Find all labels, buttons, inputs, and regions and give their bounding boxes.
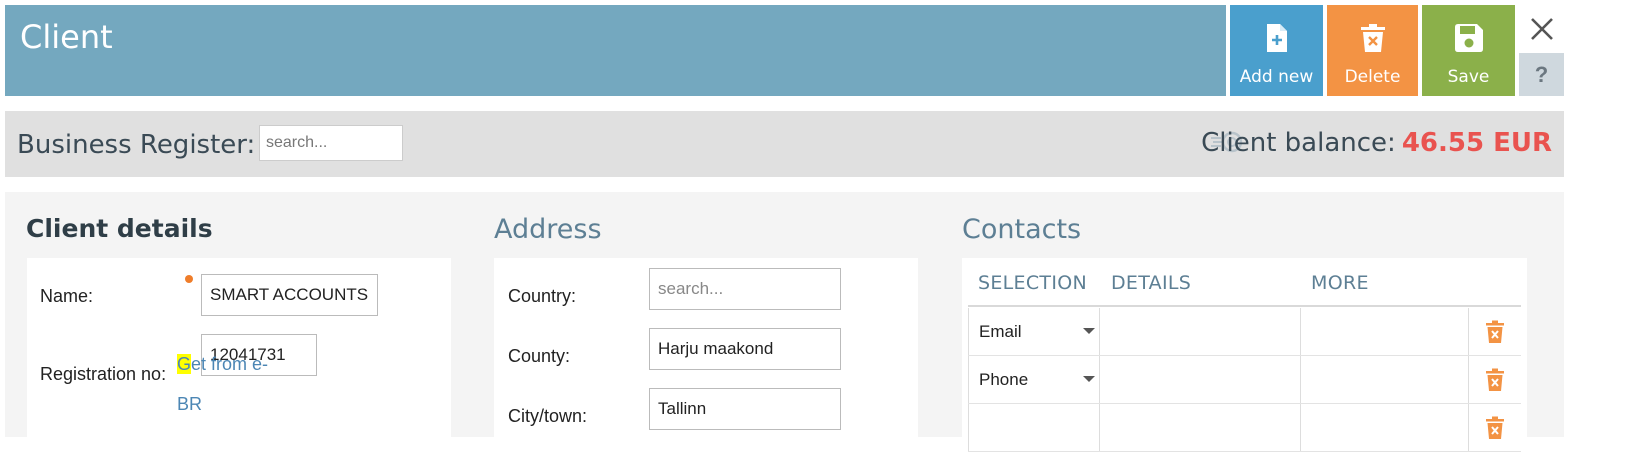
county-input[interactable] [649, 328, 841, 370]
name-input[interactable] [201, 274, 378, 316]
city-label: City/town: [508, 406, 588, 426]
contact-more-cell[interactable] [1301, 404, 1469, 451]
city-input[interactable] [649, 388, 841, 430]
contacts-card: SELECTION DETAILS MORE Email Phone [962, 258, 1527, 458]
column-header-selection: SELECTION [978, 272, 1087, 294]
file-plus-icon [1266, 24, 1287, 52]
trash-icon[interactable] [1486, 320, 1504, 344]
close-button[interactable] [1520, 8, 1564, 50]
ebr-highlight-start: G [177, 354, 192, 374]
column-header-details: DETAILS [1111, 272, 1192, 294]
address-card: Country: County: City/town: [494, 258, 918, 458]
contact-row [968, 404, 1521, 452]
contact-type-value: Email [979, 322, 1022, 341]
register-bar: Business Register: Client balance:46.55 … [5, 111, 1564, 177]
county-label: County: [508, 346, 571, 366]
name-label: Name: [40, 286, 94, 306]
required-indicator [185, 275, 193, 283]
contact-type-value: Phone [979, 370, 1029, 389]
ebr-link-text: et from e- [191, 354, 269, 374]
registration-no-label: Registration no: [40, 364, 167, 384]
contact-details-cell[interactable] [1100, 308, 1301, 355]
close-icon [1531, 18, 1553, 40]
client-balance-amount: 46.55 EUR [1401, 128, 1552, 158]
trash-icon [1360, 24, 1385, 52]
address-title: Address [494, 214, 602, 245]
save-label: Save [1447, 67, 1490, 87]
page-title: Client [20, 18, 113, 56]
country-label: Country: [508, 286, 577, 306]
delete-label: Delete [1344, 67, 1401, 87]
register-search-input[interactable] [259, 125, 403, 161]
add-new-button[interactable]: Add new [1230, 5, 1323, 96]
chevron-down-icon [1083, 376, 1095, 382]
get-from-ebr-link[interactable]: Get from e- BR [177, 344, 287, 424]
client-details-card: Name: Registration no: Get from e- BR [27, 258, 451, 458]
client-balance: Client balance: 46.55 EUR [1201, 128, 1552, 158]
header-divider [968, 305, 1521, 307]
floppy-disk-icon [1454, 24, 1483, 52]
contact-more-cell[interactable] [1301, 308, 1469, 355]
main-panel: Client details Address Contacts Name: Re… [5, 192, 1564, 458]
contacts-title: Contacts [962, 214, 1082, 245]
contact-row: Email [968, 308, 1521, 356]
contact-details-cell[interactable] [1100, 356, 1301, 403]
register-label: Business Register: [17, 130, 256, 160]
trash-icon[interactable] [1486, 416, 1504, 440]
chevron-down-icon [1083, 328, 1095, 334]
client-balance-label: Client balance: [1201, 128, 1396, 158]
client-details-title: Client details [26, 214, 213, 243]
column-header-more: MORE [1311, 272, 1369, 294]
add-new-label: Add new [1239, 67, 1314, 87]
delete-button[interactable]: Delete [1327, 5, 1418, 96]
help-button[interactable]: ? [1519, 53, 1564, 96]
trash-icon[interactable] [1486, 368, 1504, 392]
contact-details-cell[interactable] [1100, 404, 1301, 451]
save-button[interactable]: Save [1422, 5, 1515, 96]
country-search-input[interactable] [649, 268, 841, 310]
contact-type-select[interactable]: Email [968, 308, 1100, 355]
contact-more-cell[interactable] [1301, 356, 1469, 403]
contact-type-select[interactable]: Phone [968, 356, 1100, 403]
contact-type-select[interactable] [968, 404, 1100, 451]
contact-row: Phone [968, 356, 1521, 404]
header-bar: Client [5, 5, 1226, 96]
ebr-link-text-2: BR [177, 394, 203, 414]
